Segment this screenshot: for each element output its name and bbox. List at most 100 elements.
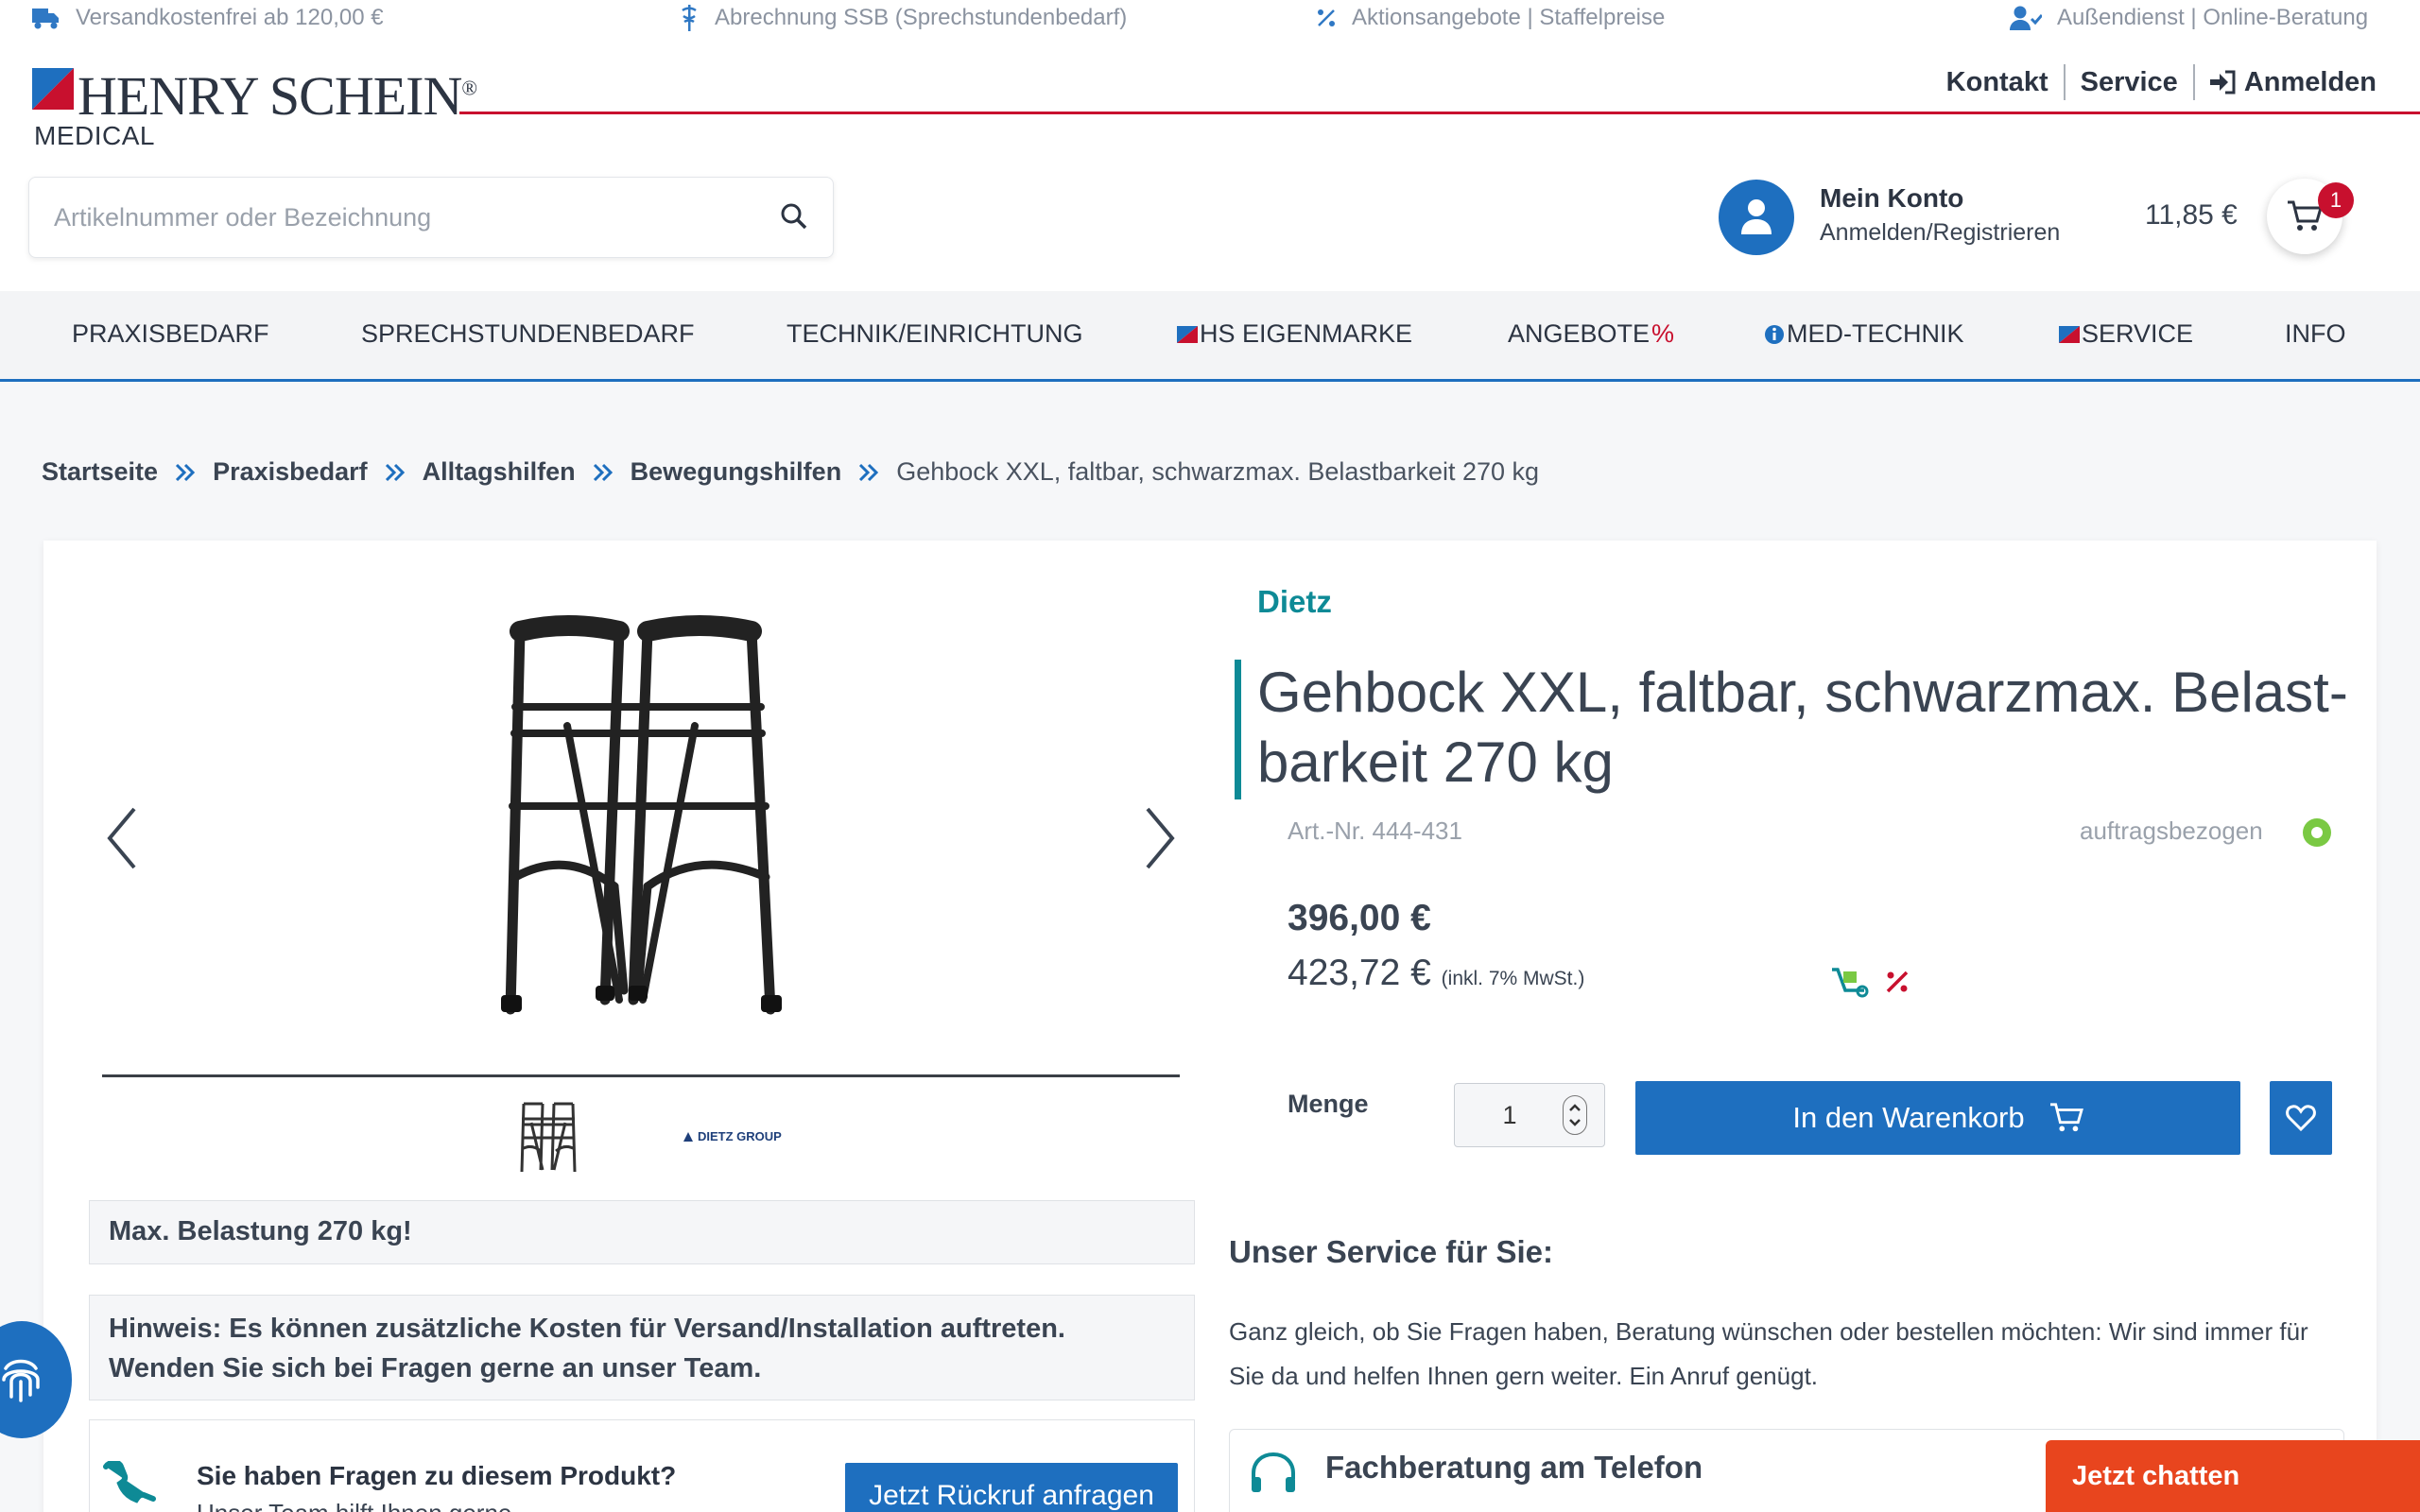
caduceus-icon xyxy=(682,5,697,31)
logo-reg: ® xyxy=(461,76,477,100)
service-text: Ganz gleich, ob Sie Fragen haben, Beratu… xyxy=(1229,1317,2308,1390)
price-gross-line: 423,72 € (inkl. 7% MwSt.) xyxy=(1288,953,1584,994)
headset-icon xyxy=(1252,1452,1295,1492)
breadcrumb: Startseite Praxisbedarf Alltagshilfen Be… xyxy=(42,457,1539,487)
title-accent-bar xyxy=(1235,660,1241,799)
shipping-info[interactable]: Versandkostenfrei ab 120,00 € xyxy=(30,5,384,31)
account-avatar[interactable] xyxy=(1719,180,1794,255)
product-brand[interactable]: Dietz xyxy=(1257,584,1332,620)
nav-hs-eigenmarke[interactable]: HS EIGENMARKE xyxy=(1177,319,1412,349)
logo-division: MEDICAL xyxy=(34,121,155,150)
questions-title: Sie haben Fragen zu diesem Produkt? xyxy=(197,1461,677,1490)
breadcrumb-home[interactable]: Startseite xyxy=(42,457,158,487)
questions-subtitle: Unser Team hilft Ihnen gerne. xyxy=(197,1499,519,1512)
login-link[interactable]: Anmelden xyxy=(2209,67,2377,98)
breadcrumb-bewegungshilfen[interactable]: Bewegungshilfen xyxy=(631,457,842,487)
nav-label: TECHNIK/EINRICHTUNG xyxy=(786,319,1083,348)
chevron-double-right-icon xyxy=(176,463,196,481)
search-input[interactable] xyxy=(54,178,772,257)
cart-icon xyxy=(2049,1103,2083,1132)
nav-label: PRAXISBEDARF xyxy=(72,319,269,348)
logo-name: HENRY SCHEIN xyxy=(78,65,462,127)
billing-text: Abrechnung SSB (Sprechstundenbedarf) xyxy=(715,5,1128,30)
cart-count-badge: 1 xyxy=(2318,182,2354,218)
chat-button[interactable]: Jetzt chatten xyxy=(2046,1440,2420,1512)
truck-icon xyxy=(32,9,59,29)
quantity-spinner[interactable] xyxy=(1563,1095,1587,1135)
offers-info[interactable]: Aktionsangebote | Staffelpreise xyxy=(1316,5,1665,31)
sign-in-icon xyxy=(2209,70,2236,94)
field-service-text: Außendienst | Online-Beratung xyxy=(2057,5,2369,30)
service-title: Unser Service für Sie: xyxy=(1229,1234,1553,1269)
phone-icon xyxy=(103,1461,156,1503)
hand-truck-icon xyxy=(1832,968,1869,998)
dietz-logo-text: DIETZ GROUP xyxy=(698,1129,782,1143)
availability-status: auftragsbezogen xyxy=(2080,816,2263,845)
gallery-divider xyxy=(102,1074,1180,1077)
breadcrumb-current: Gehbock XXL, faltbar, schwarzmax. Belast… xyxy=(896,457,1540,486)
quantity-input[interactable] xyxy=(1455,1084,1564,1146)
nav-label: SERVICE xyxy=(2082,319,2194,348)
link-separator xyxy=(2063,64,2066,100)
tax-note: (inkl. 7% MwSt.) xyxy=(1441,968,1585,989)
price-net: 396,00 € xyxy=(1288,898,1431,938)
nav-praxisbedarf[interactable]: PRAXISBEDARF xyxy=(72,319,269,349)
cart-icon xyxy=(2288,200,2323,231)
service-link[interactable]: Service xyxy=(2081,67,2178,98)
main-nav: PRAXISBEDARF SPRECHSTUNDENBEDARF TECHNIK… xyxy=(0,291,2420,382)
chevron-double-right-icon xyxy=(593,463,613,481)
price-gross: 423,72 € xyxy=(1288,953,1431,993)
callback-button[interactable]: Jetzt Rückruf anfragen xyxy=(845,1463,1178,1512)
thumbnail-dietz-logo[interactable]: DIETZ GROUP xyxy=(683,1129,782,1143)
max-load-text: Max. Belastung 270 kg! xyxy=(109,1216,412,1246)
breadcrumb-alltagshilfen[interactable]: Alltagshilfen xyxy=(423,457,576,487)
nav-label: ANGEBOTE xyxy=(1508,319,1651,348)
nav-med-technik[interactable]: MED-TECHNIK xyxy=(1764,319,1964,349)
gallery-prev-arrow-icon[interactable] xyxy=(104,805,142,871)
product-image-walker[interactable] xyxy=(482,612,794,1019)
nav-angebote[interactable]: ANGEBOTE% xyxy=(1508,319,1674,349)
dietz-logo-icon xyxy=(683,1131,693,1142)
henry-schein-logo[interactable]: HENRY SCHEIN® MEDICAL xyxy=(32,64,477,151)
availability-indicator xyxy=(2303,818,2331,847)
spinner-arrows-icon xyxy=(1569,1104,1581,1126)
field-service-info[interactable]: Außendienst | Online-Beratung xyxy=(2010,5,2368,31)
shipping-hint-text: Hinweis: Es können zusätzliche Kosten fü… xyxy=(109,1314,1065,1383)
nav-label: INFO xyxy=(2285,319,2346,348)
billing-info[interactable]: Abrechnung SSB (Sprechstundenbedarf) xyxy=(679,5,1127,31)
thumbnail-walker[interactable] xyxy=(518,1100,579,1174)
discount-percent-icon xyxy=(1886,971,1909,993)
contact-link[interactable]: Kontakt xyxy=(1946,67,2048,98)
chevron-double-right-icon xyxy=(859,463,879,481)
nav-sprechstundenbedarf[interactable]: SPRECHSTUNDENBEDARF xyxy=(361,319,695,349)
product-title: Gehbock XXL, faltbar, schwarzmax. Belast… xyxy=(1257,661,2348,794)
chevron-double-right-icon xyxy=(385,463,405,481)
cart-total: 11,85 € xyxy=(2145,199,2238,231)
heart-icon xyxy=(2286,1105,2316,1132)
percent-mark: % xyxy=(1651,319,1675,348)
info-circle-icon xyxy=(1765,324,1784,344)
phone-consultation-title: Fachberatung am Telefon xyxy=(1325,1450,1703,1485)
link-separator xyxy=(2192,64,2195,100)
quantity-stepper xyxy=(1454,1083,1605,1147)
gallery-next-arrow-icon[interactable] xyxy=(1140,805,1178,871)
user-check-icon xyxy=(2010,6,2042,30)
header-divider xyxy=(459,112,2420,114)
quantity-label: Menge xyxy=(1288,1090,1369,1118)
nav-info[interactable]: INFO xyxy=(2285,319,2346,349)
breadcrumb-praxisbedarf[interactable]: Praxisbedarf xyxy=(213,457,368,487)
fingerprint-icon xyxy=(2,1359,40,1402)
nav-service[interactable]: SERVICE xyxy=(2059,319,2193,349)
search-icon[interactable] xyxy=(780,202,808,231)
header-links: Kontakt Service Anmelden xyxy=(1946,64,2377,100)
add-to-cart-button[interactable]: In den Warenkorb xyxy=(1635,1081,2240,1155)
account-subtitle[interactable]: Anmelden/Registrieren xyxy=(1820,219,2060,247)
article-number: Art.-Nr. 444-431 xyxy=(1288,816,1462,845)
user-icon xyxy=(1741,199,1772,234)
hs-flag-icon xyxy=(1177,325,1198,343)
wishlist-button[interactable] xyxy=(2270,1081,2332,1155)
account-title[interactable]: Mein Konto xyxy=(1820,183,1963,214)
shipping-text: Versandkostenfrei ab 120,00 € xyxy=(76,5,384,30)
nav-technik-einrichtung[interactable]: TECHNIK/EINRICHTUNG xyxy=(786,319,1083,349)
offers-text: Aktionsangebote | Staffelpreise xyxy=(1352,5,1666,30)
